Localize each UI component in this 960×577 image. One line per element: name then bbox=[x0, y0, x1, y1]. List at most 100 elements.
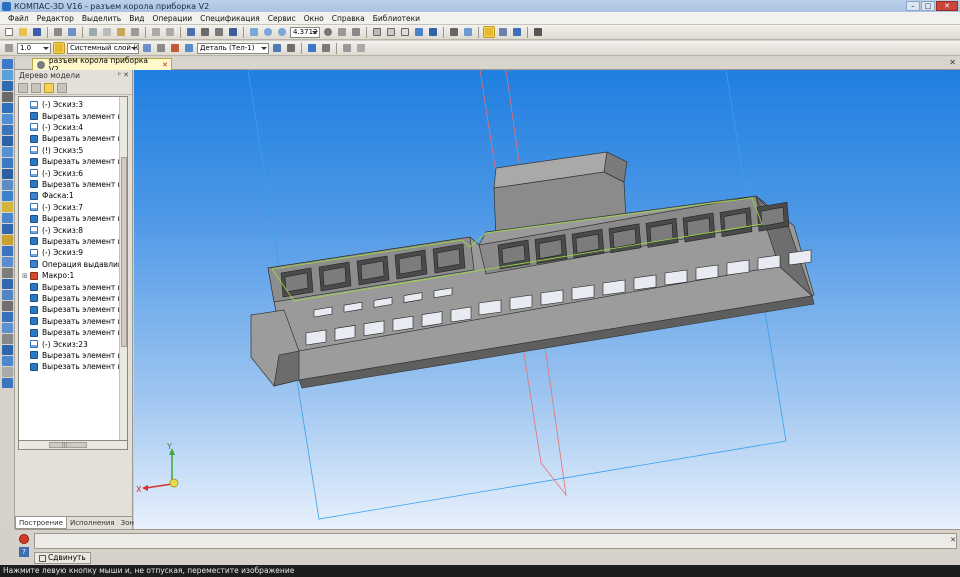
selection-mode-icon[interactable] bbox=[320, 42, 332, 54]
tree-filter-icon[interactable] bbox=[44, 82, 54, 93]
preview-icon[interactable] bbox=[66, 26, 78, 38]
plane-icon[interactable] bbox=[1, 246, 13, 256]
mirror-icon[interactable] bbox=[1, 224, 13, 234]
zoom-window-icon[interactable] bbox=[248, 26, 260, 38]
tree-item[interactable]: (-) Эскиз:9 bbox=[22, 247, 83, 258]
tab-variants[interactable]: Исполнения bbox=[67, 517, 118, 529]
measure-icon[interactable] bbox=[341, 42, 353, 54]
marks-icon[interactable] bbox=[1, 378, 13, 388]
tree-item[interactable]: Вырезать элемент выд bbox=[22, 133, 127, 144]
tree-item[interactable]: Вырезать элемент выд bbox=[22, 304, 127, 315]
menu-operations[interactable]: Операции bbox=[152, 14, 192, 23]
panel-pin-close-icons[interactable]: ᵖ ✕ bbox=[118, 70, 129, 81]
pan-icon[interactable] bbox=[336, 26, 348, 38]
attributes-icon[interactable] bbox=[1, 367, 13, 377]
close-button[interactable]: ✕ bbox=[936, 1, 958, 11]
maximize-button[interactable]: □ bbox=[921, 1, 935, 11]
tree-horizontal-scrollbar[interactable]: ||| bbox=[18, 441, 128, 450]
wireframe-icon[interactable] bbox=[371, 26, 383, 38]
diagnostics-icon[interactable] bbox=[1, 301, 13, 311]
tree-structure-icon[interactable] bbox=[18, 82, 28, 93]
hole-icon[interactable] bbox=[1, 180, 13, 190]
document-strip-close-icon[interactable]: ✕ bbox=[949, 58, 956, 67]
tree-order-icon[interactable] bbox=[31, 82, 41, 93]
menu-service[interactable]: Сервис bbox=[268, 14, 296, 23]
redo-icon[interactable] bbox=[164, 26, 176, 38]
tree-item[interactable]: Вырезать элемент выд bbox=[22, 156, 127, 167]
rotate-icon[interactable] bbox=[322, 26, 334, 38]
sweep-icon[interactable] bbox=[1, 136, 13, 146]
tree-item[interactable]: (-) Эскиз:8 bbox=[22, 224, 83, 235]
library-icon[interactable] bbox=[199, 26, 211, 38]
editing-panel-icon[interactable] bbox=[1, 59, 13, 69]
tree-item[interactable]: (!) Эскиз:5 bbox=[22, 145, 83, 156]
hidden-lines-icon[interactable] bbox=[385, 26, 397, 38]
tree-item[interactable]: (-) Эскиз:6 bbox=[22, 167, 83, 178]
layer-manager-icon[interactable] bbox=[141, 42, 153, 54]
tree-item[interactable]: Вырезать элемент выд bbox=[22, 361, 127, 372]
tree-item[interactable]: (-) Эскиз:3 bbox=[22, 99, 83, 110]
model-tree[interactable]: Вырезать элемент выд Вырезать элемент выд… bbox=[18, 96, 128, 441]
surface-icon[interactable] bbox=[1, 279, 13, 289]
tree-item[interactable]: Вырезать элемент выд bbox=[22, 179, 127, 190]
chamfer-icon[interactable] bbox=[1, 169, 13, 179]
display-filter-icon[interactable] bbox=[483, 26, 495, 38]
orientation-icon[interactable] bbox=[350, 26, 362, 38]
measure-panel-icon[interactable] bbox=[1, 312, 13, 322]
expand-icon[interactable]: ⊞ bbox=[22, 272, 29, 280]
zoom-in-icon[interactable] bbox=[262, 26, 274, 38]
copy-icon[interactable] bbox=[101, 26, 113, 38]
spec-panel-icon[interactable] bbox=[1, 334, 13, 344]
specification-icon[interactable] bbox=[532, 26, 544, 38]
shaded-icon[interactable] bbox=[413, 26, 425, 38]
loft-icon[interactable] bbox=[1, 125, 13, 135]
shaded-edges-icon[interactable] bbox=[427, 26, 439, 38]
texture-icon[interactable] bbox=[511, 26, 523, 38]
elements-icon[interactable] bbox=[1, 356, 13, 366]
fillet-icon[interactable] bbox=[1, 158, 13, 168]
tab-build[interactable]: Построение bbox=[15, 517, 67, 529]
save-icon[interactable] bbox=[31, 26, 43, 38]
rib-icon[interactable] bbox=[1, 191, 13, 201]
layer-combo[interactable]: Системный слой (0) bbox=[67, 42, 139, 54]
tree-item[interactable]: Вырезать элемент выд bbox=[22, 110, 127, 121]
cut-icon[interactable] bbox=[87, 26, 99, 38]
panel-close-icon[interactable]: ✕ bbox=[950, 536, 956, 544]
menu-file[interactable]: Файл bbox=[8, 14, 29, 23]
dimensions-panel-icon[interactable] bbox=[1, 81, 13, 91]
filter-dropdown-icon[interactable] bbox=[497, 26, 509, 38]
sketch-mode-icon[interactable] bbox=[1, 235, 13, 245]
perspective-icon[interactable] bbox=[448, 26, 460, 38]
tree-vertical-scrollbar[interactable] bbox=[119, 97, 127, 440]
menu-select[interactable]: Выделить bbox=[82, 14, 121, 23]
curve-icon[interactable] bbox=[1, 268, 13, 278]
zoom-out-icon[interactable] bbox=[276, 26, 288, 38]
filters-icon[interactable] bbox=[1, 323, 13, 333]
layer-settings-icon[interactable] bbox=[155, 42, 167, 54]
command-field[interactable] bbox=[34, 533, 957, 549]
axis-icon[interactable] bbox=[1, 257, 13, 267]
part-icon[interactable] bbox=[183, 42, 195, 54]
shell-icon[interactable] bbox=[1, 202, 13, 212]
open-folder-icon[interactable] bbox=[17, 26, 29, 38]
render-mode-icon[interactable] bbox=[285, 42, 297, 54]
tree-item[interactable]: ⊞ Макро:1 bbox=[22, 270, 74, 281]
scroll-thumb[interactable]: ||| bbox=[49, 442, 87, 448]
tree-item[interactable]: Вырезать элемент выд bbox=[22, 281, 127, 292]
reconstruct-icon[interactable] bbox=[355, 42, 367, 54]
grid-icon[interactable] bbox=[3, 42, 15, 54]
cut-extrude-icon[interactable] bbox=[1, 147, 13, 157]
symbols-panel-icon[interactable] bbox=[1, 92, 13, 102]
menu-specification[interactable]: Спецификация bbox=[200, 14, 260, 23]
sheet-metal-icon[interactable] bbox=[1, 290, 13, 300]
selection-icon[interactable] bbox=[306, 42, 318, 54]
orientation-combo-icon[interactable] bbox=[271, 42, 283, 54]
menu-window[interactable]: Окно bbox=[304, 14, 324, 23]
stop-command-icon[interactable] bbox=[19, 534, 29, 544]
section-icon[interactable] bbox=[462, 26, 474, 38]
menu-view[interactable]: Вид bbox=[129, 14, 144, 23]
properties-icon[interactable] bbox=[129, 26, 141, 38]
tree-item[interactable]: Вырезать элемент выд bbox=[22, 350, 127, 361]
snap-icon[interactable] bbox=[53, 42, 65, 54]
print-icon[interactable] bbox=[52, 26, 64, 38]
